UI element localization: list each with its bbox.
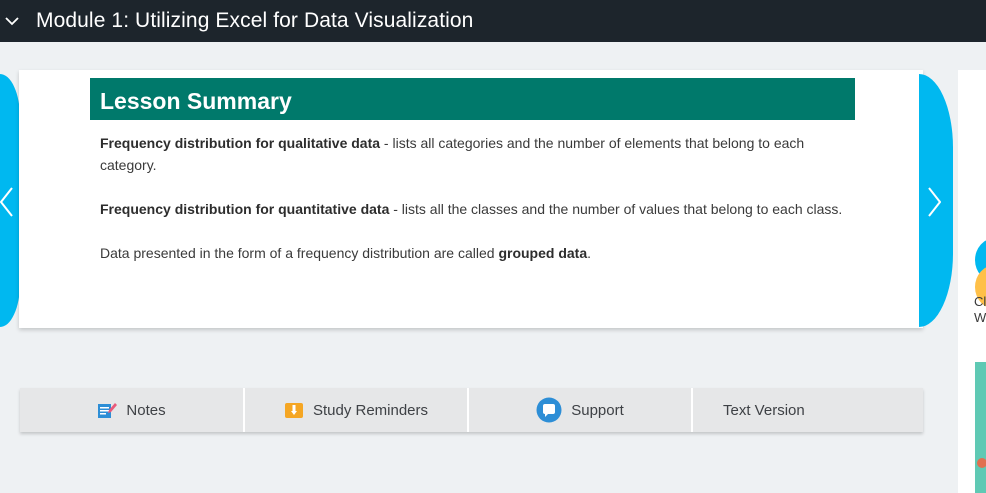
term-quantitative: Frequency distribution for quantitative … xyxy=(100,201,390,217)
definition-quantitative: - lists all the classes and the number o… xyxy=(389,201,843,217)
support-label: Support xyxy=(571,401,624,419)
peek-image xyxy=(975,362,986,493)
chevron-down-icon[interactable] xyxy=(1,10,23,32)
study-reminders-label: Study Reminders xyxy=(312,401,429,419)
paragraph-quantitative: Frequency distribution for quantitative … xyxy=(100,198,850,220)
support-icon xyxy=(536,397,562,423)
paragraph-qualitative: Frequency distribution for qualitative d… xyxy=(100,132,850,176)
term-qualitative: Frequency distribution for qualitative d… xyxy=(100,135,381,151)
chevron-left-icon xyxy=(0,187,13,217)
text-version-label: Text Version xyxy=(723,401,805,419)
next-card-peek[interactable]: Cl W xyxy=(958,70,986,493)
lesson-heading: Lesson Summary xyxy=(100,88,292,114)
lesson-content: Frequency distribution for qualitative d… xyxy=(100,132,850,286)
lesson-banner: Lesson Summary xyxy=(90,78,855,120)
paragraph-grouped-data: Data presented in the form of a frequenc… xyxy=(100,242,850,264)
peek-text-line2: W xyxy=(974,310,986,325)
previous-slide-button[interactable] xyxy=(0,74,20,327)
notes-button[interactable]: Notes xyxy=(20,388,245,432)
study-reminders-button[interactable]: Study Reminders xyxy=(245,388,469,432)
module-title: Module 1: Utilizing Excel for Data Visua… xyxy=(36,9,474,32)
grouped-data-period: . xyxy=(587,245,592,261)
top-bar: Module 1: Utilizing Excel for Data Visua… xyxy=(0,0,986,42)
notes-icon xyxy=(97,401,118,419)
chevron-right-icon xyxy=(928,187,941,217)
text-version-button[interactable]: Text Version xyxy=(693,388,923,432)
peek-text-line1: Cl xyxy=(974,294,986,309)
term-grouped-data: grouped data xyxy=(498,245,588,261)
grouped-data-text: Data presented in the form of a frequenc… xyxy=(100,245,499,261)
peek-text: Cl W xyxy=(974,294,986,326)
next-slide-button[interactable] xyxy=(919,74,953,327)
reminder-icon xyxy=(284,401,304,419)
support-button[interactable]: Support xyxy=(469,388,693,432)
lesson-card: Lesson Summary Frequency distribution fo… xyxy=(19,70,923,328)
notes-label: Notes xyxy=(126,401,166,419)
bottom-toolbar: Notes Study Reminders Support Text Versi… xyxy=(20,388,923,432)
